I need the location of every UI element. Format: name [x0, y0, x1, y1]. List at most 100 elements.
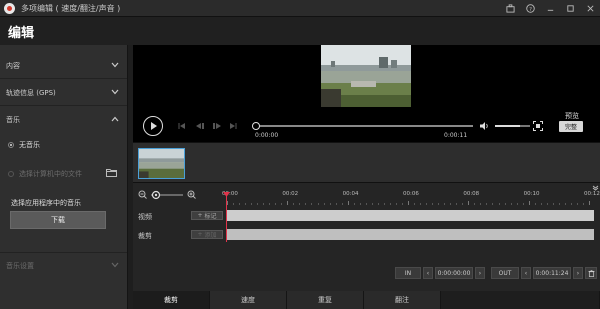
ruler-tick [462, 203, 464, 205]
fullscreen-icon[interactable] [533, 121, 543, 131]
collapse-icon[interactable] [592, 185, 599, 191]
chevron-down-icon [111, 89, 119, 95]
minimize-icon[interactable] [540, 0, 560, 17]
chevron-down-icon [111, 262, 119, 268]
window-controls: ? [500, 0, 600, 17]
help-icon[interactable]: ? [520, 0, 540, 17]
out-time[interactable]: 0:00:11:24 [533, 267, 571, 279]
mark-button-label: 标记 [204, 213, 217, 220]
ruler-tick [540, 203, 542, 205]
add-button[interactable]: + 添加 [191, 230, 223, 239]
clip-thumbnail[interactable] [138, 148, 185, 179]
step-forward-icon[interactable] [212, 123, 221, 129]
ruler-tick [365, 203, 367, 205]
tab-repeat[interactable]: 重复 [287, 291, 364, 309]
video-track[interactable] [227, 210, 594, 221]
ruler-tick [426, 203, 428, 205]
plus-icon: + [197, 212, 205, 219]
seek-knob[interactable] [252, 122, 260, 130]
section-music[interactable]: 音乐 [0, 107, 127, 133]
video-frame [321, 45, 411, 107]
time-ruler[interactable]: 00:00 00:02 00:04 00:06 00:08 00:10 00:12 [222, 191, 600, 207]
zoom-control [138, 190, 196, 200]
seek-bar[interactable] [252, 122, 473, 130]
out-next-icon[interactable]: › [573, 267, 583, 279]
out-button[interactable]: OUT [491, 267, 519, 279]
window-title: 多项编辑 ( 速度/翻注/声音 ) [21, 3, 121, 13]
ruler-tick [486, 203, 488, 205]
done-button[interactable]: 完整 [559, 121, 583, 132]
in-time[interactable]: 0:00:00:00 [435, 267, 473, 279]
ruler-tick [492, 203, 494, 205]
radio-button[interactable] [8, 142, 14, 148]
out-prev-icon[interactable]: ‹ [521, 267, 531, 279]
ruler-tick [299, 203, 301, 205]
time-current: 0:00:00 [255, 132, 279, 139]
ruler-tick [377, 203, 379, 205]
radio-no-music[interactable]: 无音乐 [8, 140, 40, 150]
ruler-tick [395, 203, 397, 205]
ruler-tick [359, 203, 361, 205]
ruler-tick [534, 203, 536, 205]
in-prev-icon[interactable]: ‹ [423, 267, 433, 279]
ruler-tick [516, 203, 518, 205]
close-icon[interactable] [580, 0, 600, 17]
ruler-tick [347, 201, 349, 205]
ruler-tick-label: 00:00 [222, 191, 238, 197]
section-music-settings-label: 音乐设置 [6, 261, 34, 270]
ruler-tick [504, 203, 506, 205]
ruler-tick [257, 203, 259, 205]
ruler-tick [589, 201, 590, 205]
download-button[interactable]: 下载 [10, 211, 106, 229]
ruler-tick [353, 203, 355, 205]
radio-computer-file[interactable]: 选择计算机中的文件 [8, 169, 82, 179]
playhead[interactable] [226, 194, 227, 242]
sidebar: 内容 轨迹信息 (GPS) 音乐 无音乐 选择计算机中的文件 选择应用程序中的音… [0, 45, 128, 309]
skip-end-icon[interactable] [229, 123, 237, 129]
toolbox-icon[interactable] [500, 0, 520, 17]
ruler-tick [510, 203, 512, 205]
timeline: 00:00 00:02 00:04 00:06 00:08 00:10 00:12 视频 +… [133, 182, 600, 309]
section-gps[interactable]: 轨迹信息 (GPS) [0, 80, 127, 106]
section-content[interactable]: 内容 [0, 53, 127, 79]
section-music-settings[interactable]: 音乐设置 [0, 252, 127, 278]
skip-start-icon[interactable] [178, 123, 186, 129]
volume-slider[interactable] [495, 125, 520, 127]
ruler-tick [450, 203, 452, 205]
tab-speed[interactable]: 速度 [210, 291, 287, 309]
ruler-tick [335, 203, 337, 205]
player-controls: 0:00:00 0:00:11 预览 完整 [133, 112, 600, 142]
page-title: 编辑 [8, 26, 35, 41]
in-button[interactable]: IN [395, 267, 421, 279]
ruler-tick [528, 201, 530, 205]
app-music-label: 选择应用程序中的音乐 [11, 199, 81, 207]
tab-annotate[interactable]: 翻注 [364, 291, 441, 309]
tab-trim[interactable]: 裁剪 [133, 291, 210, 309]
zoom-in-icon[interactable] [187, 190, 196, 199]
folder-icon[interactable] [106, 168, 117, 177]
mark-button[interactable]: + 标记 [191, 211, 223, 220]
maximize-icon[interactable] [560, 0, 580, 17]
ruler-tick [414, 203, 416, 205]
in-next-icon[interactable]: › [475, 267, 485, 279]
trash-icon[interactable] [585, 267, 597, 279]
ruler-tick [383, 203, 385, 205]
volume-slider-remaining [520, 125, 530, 127]
ruler-tick [498, 203, 500, 205]
radio-button[interactable] [8, 171, 14, 177]
volume-icon[interactable] [480, 122, 490, 130]
step-back-icon[interactable] [196, 123, 205, 129]
ruler-tick [564, 203, 566, 205]
ruler-tick [444, 203, 446, 205]
page-header: 编辑 [0, 17, 600, 45]
plus-icon: + [197, 231, 205, 238]
ruler-tick [546, 203, 548, 205]
ruler-tick-label: 00:12 [584, 191, 600, 197]
ruler-tick [582, 203, 584, 205]
play-button[interactable] [143, 116, 163, 136]
trim-track[interactable] [227, 229, 594, 240]
zoom-out-icon[interactable] [138, 190, 147, 199]
ruler-tick [341, 203, 343, 205]
ruler-tick-label: 00:08 [463, 191, 480, 197]
ruler-tick [432, 203, 434, 205]
